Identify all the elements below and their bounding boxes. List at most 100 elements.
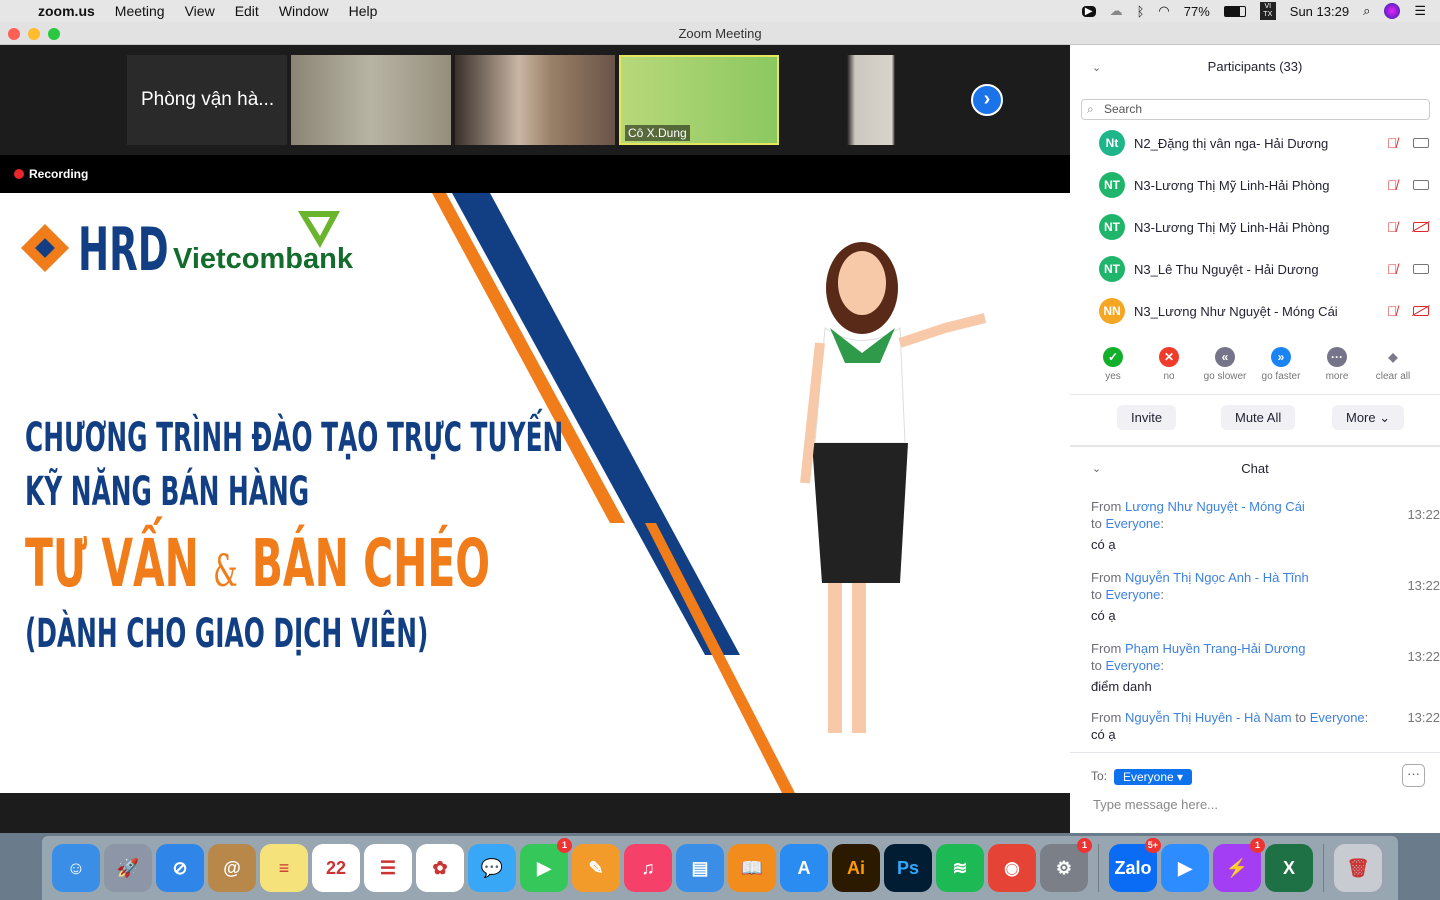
reaction-go-slower-button[interactable]: « go slower xyxy=(1197,345,1253,382)
dock-contacts-icon[interactable]: @ xyxy=(208,844,256,892)
divider xyxy=(1070,752,1440,753)
wifi-icon[interactable]: ◠ xyxy=(1158,3,1169,19)
mic-muted-icon[interactable]: 🎙̸ xyxy=(1387,177,1413,193)
mic-muted-icon[interactable]: 🎙̸ xyxy=(1387,135,1413,151)
dock-messenger-icon[interactable]: ⚡ 1 xyxy=(1213,838,1265,892)
chat-message-input[interactable]: Type message here... xyxy=(1093,797,1218,812)
dock-books-icon[interactable]: 📖 xyxy=(728,844,776,892)
video-thumbnail[interactable] xyxy=(783,55,943,145)
next-page-button[interactable]: › xyxy=(971,84,1003,116)
input-source-icon[interactable]: VI TX xyxy=(1259,2,1276,20)
reaction-icon: » xyxy=(1271,347,1291,367)
menu-help[interactable]: Help xyxy=(349,3,378,19)
message-time: 13:22 xyxy=(1407,507,1440,522)
participant-row[interactable]: NT N3_Lê Thu Nguyệt - Hải Dương 🎙̸ xyxy=(1099,256,1429,282)
bluetooth-icon[interactable]: ᛒ xyxy=(1137,4,1145,19)
more-button[interactable]: More ⌄ xyxy=(1332,405,1405,430)
dock-chrome-icon[interactable]: ◉ xyxy=(988,844,1036,892)
dock-notes-icon[interactable]: ≡ xyxy=(260,844,308,892)
notification-badge: 1 xyxy=(1250,838,1265,853)
participant-row[interactable]: NN N3_Lương Như Nguyệt - Móng Cái 🎙̸ xyxy=(1099,298,1429,324)
mic-muted-icon[interactable]: 🎙̸ xyxy=(1387,219,1413,235)
dock-finder-icon[interactable]: ☺ xyxy=(52,844,100,892)
dock-icon-glyph: 🗑 xyxy=(1346,858,1370,878)
dock-pages-icon[interactable]: ✎ xyxy=(572,844,620,892)
dock-excel-icon[interactable]: X xyxy=(1265,844,1313,892)
minimize-window-button[interactable] xyxy=(28,28,40,40)
dock-keynote-icon[interactable]: ▤ xyxy=(676,844,724,892)
video-icon[interactable] xyxy=(1413,180,1429,190)
siri-icon[interactable] xyxy=(1384,3,1401,19)
dock-app-store-icon[interactable]: A xyxy=(780,844,828,892)
mute-all-button[interactable]: Mute All xyxy=(1221,405,1296,430)
recording-indicator[interactable]: Recording xyxy=(0,155,1070,193)
video-off-icon[interactable] xyxy=(1413,222,1429,232)
to-label: To: xyxy=(1091,769,1108,783)
dock-icon-glyph: Zalo xyxy=(1114,858,1152,878)
dock-icon-glyph: ⚡ xyxy=(1225,858,1249,878)
participant-row[interactable]: NT N3-Lương Thị Mỹ Linh-Hải Phòng 🎙̸ xyxy=(1099,172,1429,198)
video-icon[interactable] xyxy=(1413,264,1429,274)
participant-row[interactable]: NT N3-Lương Thị Mỹ Linh-Hải Phòng 🎙̸ xyxy=(1099,214,1429,240)
vietcombank-logo: Vietcombank xyxy=(173,243,353,275)
dock-facetime-icon[interactable]: ▶ 1 xyxy=(520,838,572,892)
message-text: điểm danh xyxy=(1091,679,1152,694)
creative-cloud-icon[interactable]: ☁ xyxy=(1110,3,1123,19)
clock[interactable]: Sun 13:29 xyxy=(1290,4,1349,19)
avatar: NN xyxy=(1099,298,1125,324)
spotlight-icon[interactable]: ⌕ xyxy=(1363,3,1370,19)
dock-trash-icon[interactable]: 🗑 xyxy=(1334,844,1382,892)
dock-system-preferences-icon[interactable]: ⚙ 1 xyxy=(1040,838,1092,892)
reaction-clear-all-button[interactable]: ◆ clear all xyxy=(1365,345,1421,382)
dock-calendar-icon[interactable]: 22 xyxy=(312,844,360,892)
dock-icon-glyph: 🚀 xyxy=(116,858,140,878)
dock-reminders-icon[interactable]: ☰ xyxy=(364,844,412,892)
video-thumbnail[interactable] xyxy=(455,55,615,145)
reaction-go-faster-button[interactable]: » go faster xyxy=(1253,345,1309,382)
participant-name: N3-Lương Thị Mỹ Linh-Hải Phòng xyxy=(1134,219,1330,235)
close-window-button[interactable] xyxy=(8,28,20,40)
video-thumbnail[interactable]: Phòng vận hà... xyxy=(127,55,287,145)
participants-title: Participants (33) xyxy=(1207,59,1303,74)
zoom-window-button[interactable] xyxy=(48,28,60,40)
dock-zoom-icon[interactable]: ▶ xyxy=(1161,844,1209,892)
reaction-no-button[interactable]: ✕ no xyxy=(1141,345,1197,382)
recipient-dropdown[interactable]: Everyone ▾ xyxy=(1114,769,1193,785)
video-off-icon[interactable] xyxy=(1413,306,1429,316)
invite-button[interactable]: Invite xyxy=(1117,405,1177,430)
dock-icon-glyph: ☰ xyxy=(379,858,397,878)
sender[interactable]: Phạm Huyền Trang-Hải Dương xyxy=(1125,641,1306,656)
reaction-yes-button[interactable]: ✓ yes xyxy=(1085,345,1141,382)
reaction-more-button[interactable]: ··· more xyxy=(1309,345,1365,382)
mic-muted-icon[interactable]: 🎙̸ xyxy=(1387,303,1413,319)
participant-row[interactable]: Nt N2_Đặng thị vân nga- Hải Dương 🎙̸ xyxy=(1099,130,1429,156)
sender[interactable]: Nguyễn Thị Huyên - Hà Nam xyxy=(1125,710,1292,725)
menu-app[interactable]: zoom.us xyxy=(38,3,95,19)
participant-search-input[interactable]: ⌕ Search xyxy=(1081,99,1430,120)
video-icon[interactable] xyxy=(1413,138,1429,148)
recipient: Everyone xyxy=(1105,516,1161,531)
menu-edit[interactable]: Edit xyxy=(235,3,259,19)
dock-safari-icon[interactable]: ⊘ xyxy=(156,844,204,892)
menu-window[interactable]: Window xyxy=(279,3,329,19)
battery-icon[interactable] xyxy=(1223,5,1246,17)
dock-music-icon[interactable]: ♫ xyxy=(624,844,672,892)
dock-launchpad-icon[interactable]: 🚀 xyxy=(104,844,152,892)
menu-view[interactable]: View xyxy=(185,3,215,19)
dock-zalo-icon[interactable]: Zalo 5+ xyxy=(1109,838,1161,892)
notification-center-icon[interactable]: ☰ xyxy=(1414,3,1426,19)
menu-meeting[interactable]: Meeting xyxy=(115,3,165,19)
dock-spotify-icon[interactable]: ≋ xyxy=(936,844,984,892)
dock-photos-icon[interactable]: ✿ xyxy=(416,844,464,892)
chat-more-button[interactable]: ··· xyxy=(1402,764,1425,787)
mic-muted-icon[interactable]: 🎙̸ xyxy=(1387,261,1413,277)
video-thumbnail-active[interactable]: Cô X.Dung xyxy=(619,55,779,145)
dock-photoshop-icon[interactable]: Ps xyxy=(884,844,932,892)
sender[interactable]: Nguyễn Thị Ngọc Anh - Hà Tĩnh xyxy=(1125,570,1309,585)
dock-illustrator-icon[interactable]: Ai xyxy=(832,844,880,892)
dock-messages-icon[interactable]: 💬 xyxy=(468,844,516,892)
zoom-status-icon[interactable]: ▶ xyxy=(1081,5,1096,17)
video-thumbnail[interactable] xyxy=(291,55,451,145)
sender[interactable]: Lương Như Nguyệt - Móng Cái xyxy=(1125,499,1305,514)
slide-text: TƯ VẤN xyxy=(25,525,199,602)
